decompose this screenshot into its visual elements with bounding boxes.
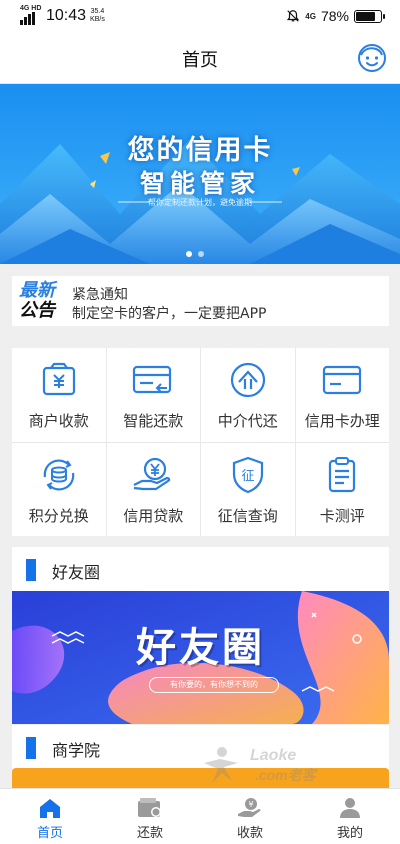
service-label: 信用贷款	[123, 506, 184, 525]
tab-home[interactable]: 首页	[0, 789, 100, 844]
clipboard-icon	[329, 456, 356, 492]
watermark: Laoke .com老客	[200, 745, 370, 785]
announcement-title: 紧急通知	[72, 287, 128, 303]
points-exchange-icon	[43, 458, 75, 491]
smiley-face-icon[interactable]	[356, 42, 388, 74]
service-label: 信用卡办理	[304, 412, 380, 430]
loan-hand-icon	[133, 457, 171, 490]
bell-muted-icon	[287, 10, 300, 22]
battery-percent: 78%	[320, 8, 349, 24]
badge-line-1: 最新	[19, 280, 55, 300]
tab-label: 还款	[136, 826, 163, 841]
service-points-exchange[interactable]: 积分兑换	[12, 442, 106, 536]
service-label: 积分兑换	[28, 506, 89, 525]
credit-card-icon	[323, 365, 362, 395]
network-type-label: 4G HD	[20, 5, 42, 12]
service-credit-loan[interactable]: 信用贷款	[106, 442, 200, 536]
announcement-body: 制定空卡的客户，一定要把APP	[72, 306, 267, 322]
service-merchant-collect[interactable]: 商户收款	[12, 348, 106, 442]
carousel-dot-2[interactable]	[198, 251, 204, 257]
speed-unit: KB/s	[90, 16, 105, 23]
page-title: 首页	[182, 50, 218, 71]
battery-icon	[354, 9, 385, 23]
tab-label: 收款	[236, 826, 263, 841]
card-refund-icon	[133, 365, 172, 394]
status-time: 10:43	[46, 7, 87, 24]
status-bar: 4G HD 10:43 35.4 KB/s 4G 78%	[0, 0, 400, 32]
tab-collect[interactable]: ¥ 收款	[200, 789, 300, 844]
carousel-dots	[186, 251, 204, 257]
badge-line-2: 公告	[19, 300, 55, 320]
tab-mine[interactable]: 我的	[300, 789, 400, 844]
svg-text:¥: ¥	[248, 800, 253, 809]
service-label: 征信查询	[217, 506, 278, 525]
cash-register-icon	[42, 362, 75, 396]
friends-banner[interactable]: 好友圈 有你要的，有你想不到的	[12, 591, 389, 724]
service-label: 中介代还	[217, 412, 278, 430]
section-marker	[26, 737, 36, 759]
svg-text:征: 征	[241, 469, 254, 484]
watermark-text-2: .com老客	[255, 767, 316, 783]
service-card-review[interactable]: 卡测评	[295, 442, 389, 536]
banner-subtitle: 智能管家	[139, 169, 260, 198]
network-speed: 35.4 KB/s	[90, 8, 105, 24]
wallet-icon	[138, 798, 161, 817]
section-marker	[26, 559, 36, 581]
service-credit-card-apply[interactable]: 信用卡办理	[295, 348, 389, 442]
friends-banner-title: 好友圈	[136, 625, 265, 671]
academy-section-title: 商学院	[52, 741, 101, 760]
network-4g-label: 4G	[305, 11, 316, 21]
banner-tagline: 帮你定制还款计划，避免逾期	[148, 198, 252, 207]
user-icon	[340, 798, 360, 818]
app-header: 首页	[0, 32, 400, 84]
service-smart-repay[interactable]: 智能还款	[106, 348, 200, 442]
money-hand-icon: ¥	[238, 798, 261, 817]
tab-repay[interactable]: 还款	[100, 789, 200, 844]
service-agent-repay[interactable]: 中介代还	[201, 348, 295, 442]
agent-icon	[230, 362, 265, 398]
carousel-dot-1[interactable]	[186, 251, 192, 257]
banner-title: 您的信用卡	[127, 135, 273, 166]
watermark-text-1: Laoke	[250, 747, 297, 764]
announcement-badge: 最新 公告	[19, 280, 63, 320]
watermark-logo-icon	[204, 747, 238, 783]
signal-icon: 4G HD	[20, 5, 42, 25]
credit-shield-icon: 征	[232, 456, 263, 493]
tab-label: 我的	[336, 826, 363, 841]
speed-value: 35.4	[90, 8, 105, 15]
tab-label: 首页	[36, 826, 63, 841]
services-grid: 商户收款 智能还款 中介代还 信用卡办理 积分兑换 信用贷款 征 征信查询 卡测…	[12, 348, 389, 536]
service-label: 卡测评	[319, 506, 365, 525]
service-credit-query[interactable]: 征 征信查询	[201, 442, 295, 536]
friends-section-header[interactable]: 好友圈	[12, 547, 389, 591]
friends-section-title: 好友圈	[52, 563, 101, 582]
service-label: 智能还款	[123, 412, 184, 430]
bottom-tab-bar: 首页 还款 ¥ 收款 我的	[0, 788, 400, 844]
service-label: 商户收款	[28, 412, 89, 430]
promo-banner[interactable]: 您的信用卡 智能管家 帮你定制还款计划，避免逾期	[0, 84, 400, 264]
announcement-bar[interactable]: 最新 公告 紧急通知 制定空卡的客户，一定要把APP	[12, 276, 389, 326]
home-icon	[40, 799, 60, 818]
friends-banner-tagline: 有你要的，有你想不到的	[149, 677, 279, 693]
